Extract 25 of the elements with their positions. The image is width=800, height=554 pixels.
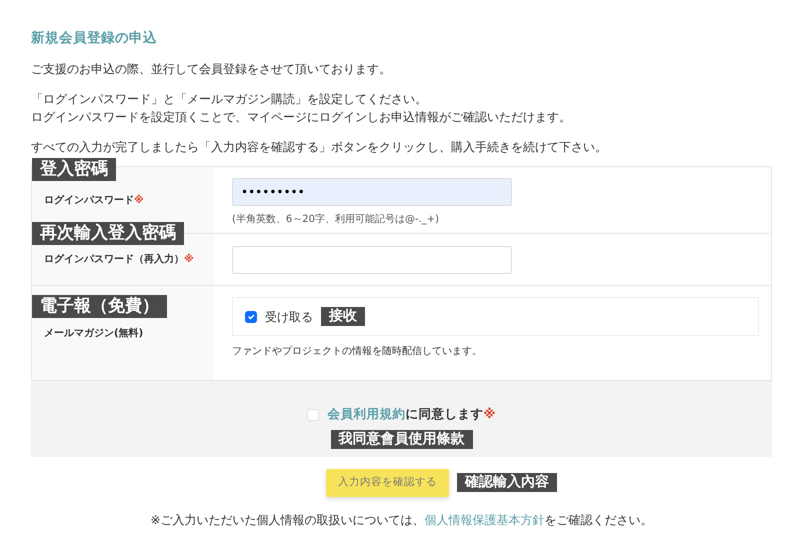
annotation-label: 確認輸入內容 <box>457 473 557 492</box>
annotation-label: 接收 <box>321 307 365 326</box>
note-text: ファンドやプロジェクトの情報を随時配信しています。 <box>232 344 483 360</box>
form-title: 新規会員登録の申込 <box>31 30 158 46</box>
annotation-label: 我同意會員使用條款 <box>330 430 472 449</box>
annotation-label: 電子報（免費） <box>32 295 167 318</box>
privacy-text: ※ご入力いただいた個人情報の取扱いについては、個人情報保護基本方針をご確認ください。 <box>149 512 654 529</box>
privacy-link[interactable]: 個人情報保護基本方針 <box>424 512 545 527</box>
annotation-label: 再次輸入登入密碼 <box>32 222 184 246</box>
confirm-button[interactable]: 入力内容を確認する <box>326 468 449 497</box>
annotation-label: 登入密碼 <box>32 158 116 182</box>
checkbox-label: 受け取る <box>265 308 313 326</box>
checkbox[interactable] <box>245 310 257 323</box>
intro-text: ご支援のお申込の際、並行して会員登録をさせて頂いております。 <box>31 61 392 78</box>
hint-text: (半角英数、6～20字、利用可能記号は@-._+) <box>232 212 440 228</box>
password-field[interactable]: ••••••••• <box>232 178 512 206</box>
intro-text: 「ログインパスワード」と「メールマガジン購読」を設定してください。 <box>31 91 428 108</box>
intro-text: ログインパスワードを設定頂くことで、マイページにログインしお申込情報がご確認いただけます。 <box>31 109 572 126</box>
agreement-text: 会員利用規約に同意します※ <box>327 405 496 424</box>
field-label: ログインパスワード※ <box>44 194 144 208</box>
password-field[interactable] <box>232 246 512 274</box>
intro-text: すべての入力が完了しましたら「入力内容を確認する」ボタンをクリックし、購入手続きを続けて下さい。 <box>31 139 608 156</box>
terms-link[interactable]: 会員利用規約 <box>327 406 406 422</box>
field-label: ログインパスワード（再入力）※ <box>44 252 194 268</box>
field-label: メールマガジン(無料) <box>44 326 144 342</box>
